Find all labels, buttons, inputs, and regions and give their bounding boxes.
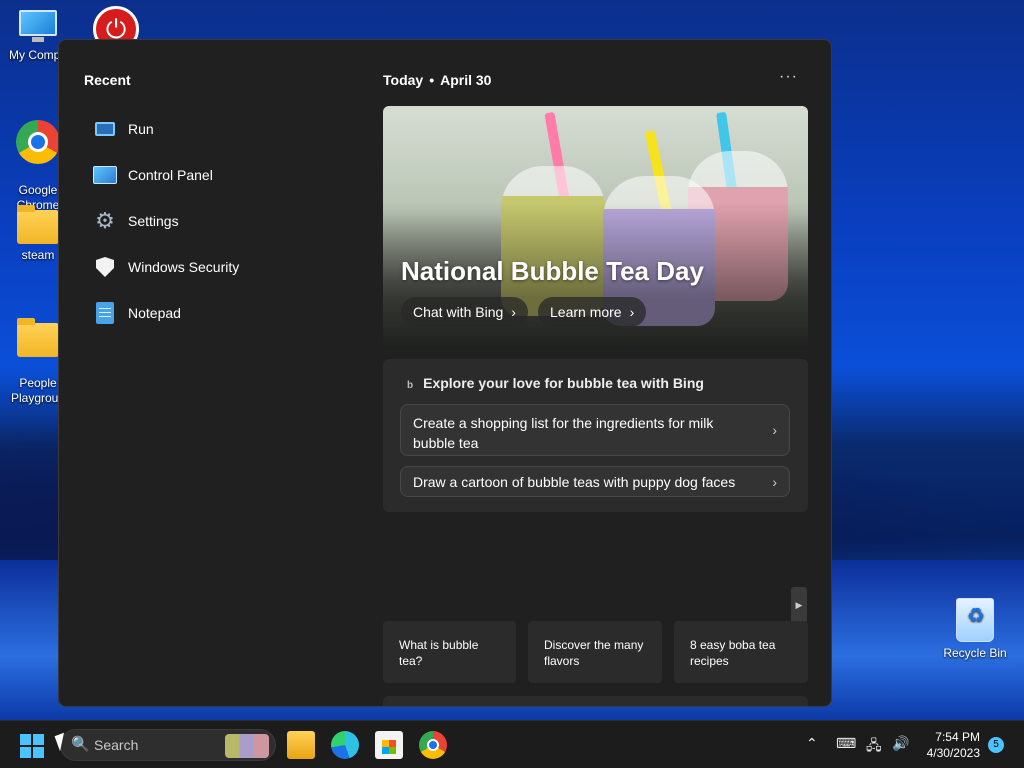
network-icon[interactable]: 🖧: [866, 735, 882, 759]
taskbar: 🔍 Search ⌃ ⌨ 🖧 🔊 7:54 PM 4/30/2023 5: [0, 720, 1024, 768]
recent-item-windows-security[interactable]: Windows Security: [93, 244, 239, 290]
chat-with-bing-label: Chat with Bing: [413, 304, 504, 320]
recent-item-control-panel[interactable]: Control Panel: [93, 152, 239, 198]
topic-card[interactable]: Discover the many flavors: [528, 621, 662, 683]
today-date: April 30: [440, 72, 492, 88]
taskbar-search-box[interactable]: 🔍 Search: [60, 729, 276, 761]
chevron-right-icon: ›: [511, 304, 516, 320]
suggestion-label: Draw a cartoon of bubble teas with puppy…: [413, 474, 736, 490]
file-explorer-icon[interactable]: [287, 731, 315, 759]
control-panel-icon: [93, 164, 117, 186]
folder-icon: [17, 205, 59, 244]
desktop-icon-label: Recycle Bin: [943, 646, 1007, 660]
more-options-button[interactable]: ···: [779, 68, 798, 86]
clock-date: 4/30/2023: [926, 746, 980, 760]
hero-title: National Bubble Tea Day: [401, 256, 704, 286]
desktop-icon-label: steam: [21, 248, 55, 262]
recent-item-notepad[interactable]: Notepad: [93, 290, 239, 336]
chat-with-bing-button[interactable]: Chat with Bing ›: [401, 297, 528, 327]
recent-heading: Recent: [84, 72, 131, 88]
chevron-right-icon: ›: [772, 422, 777, 438]
keyboard-icon[interactable]: ⌨: [836, 735, 856, 752]
today-label: Today: [383, 72, 424, 88]
recycle-bin-icon: [956, 598, 995, 642]
today-heading: Today • April 30: [383, 72, 491, 88]
shield-icon: [93, 256, 117, 278]
recent-list: Run Control Panel ⚙ Settings Windows Sec…: [93, 106, 239, 336]
clock[interactable]: 7:54 PM 4/30/2023: [918, 729, 980, 761]
bing-icon: b: [407, 380, 414, 391]
monitor-icon: [17, 10, 59, 44]
run-icon: [93, 118, 117, 140]
learn-more-button[interactable]: Learn more ›: [538, 297, 647, 327]
search-icon: 🔍: [71, 736, 90, 753]
chrome-icon: [16, 120, 60, 164]
recent-item-label: Notepad: [128, 305, 181, 321]
notepad-icon: [93, 302, 117, 324]
folder-icon: [17, 318, 59, 357]
next-card-peek: [383, 696, 808, 706]
explore-title-text: Explore your love for bubble tea with Bi…: [423, 375, 704, 391]
recent-item-label: Settings: [128, 213, 179, 229]
bing-explore-panel: b Explore your love for bubble tea with B…: [383, 359, 808, 512]
volume-icon[interactable]: 🔊: [892, 735, 909, 752]
topic-card[interactable]: What is bubble tea?: [383, 621, 516, 683]
separator-dot: •: [429, 72, 435, 88]
hero-card[interactable]: National Bubble Tea Day Chat with Bing › …: [383, 106, 808, 346]
chevron-right-icon: ›: [629, 304, 635, 320]
recent-item-label: Windows Security: [128, 259, 240, 275]
explore-title: b Explore your love for bubble tea with B…: [407, 375, 704, 391]
search-placeholder: Search: [94, 737, 139, 753]
start-button[interactable]: [20, 734, 44, 758]
learn-more-label: Learn more: [550, 304, 622, 320]
clock-time: 7:54 PM: [935, 730, 980, 744]
recent-item-settings[interactable]: ⚙ Settings: [93, 198, 239, 244]
start-menu: Recent Run Control Panel ⚙ Settings Wind…: [58, 39, 832, 707]
desktop-icon-recycle-bin[interactable]: Recycle Bin: [937, 598, 1013, 661]
chrome-icon[interactable]: [419, 731, 447, 759]
notification-badge[interactable]: 5: [988, 737, 1004, 753]
edge-icon[interactable]: [331, 731, 359, 759]
recent-item-label: Run: [128, 121, 154, 137]
suggestion-shopping-list[interactable]: Create a shopping list for the ingredien…: [400, 404, 790, 456]
search-highlight-image: [225, 734, 269, 758]
recent-item-label: Control Panel: [128, 167, 213, 183]
recent-item-run[interactable]: Run: [93, 106, 239, 152]
show-hidden-icons-chevron-icon[interactable]: ⌃: [806, 735, 818, 752]
topic-card[interactable]: 8 easy boba tea recipes: [674, 621, 808, 683]
scroll-right-button[interactable]: ▶: [791, 587, 807, 623]
suggestion-cartoon[interactable]: Draw a cartoon of bubble teas with puppy…: [400, 466, 790, 497]
desktop-icon-label: People Playgroun: [10, 376, 66, 405]
gear-icon: ⚙: [95, 208, 115, 233]
suggestion-label: Create a shopping list for the ingredien…: [413, 415, 714, 451]
store-icon[interactable]: [375, 731, 403, 759]
chevron-right-icon: ›: [772, 473, 777, 490]
